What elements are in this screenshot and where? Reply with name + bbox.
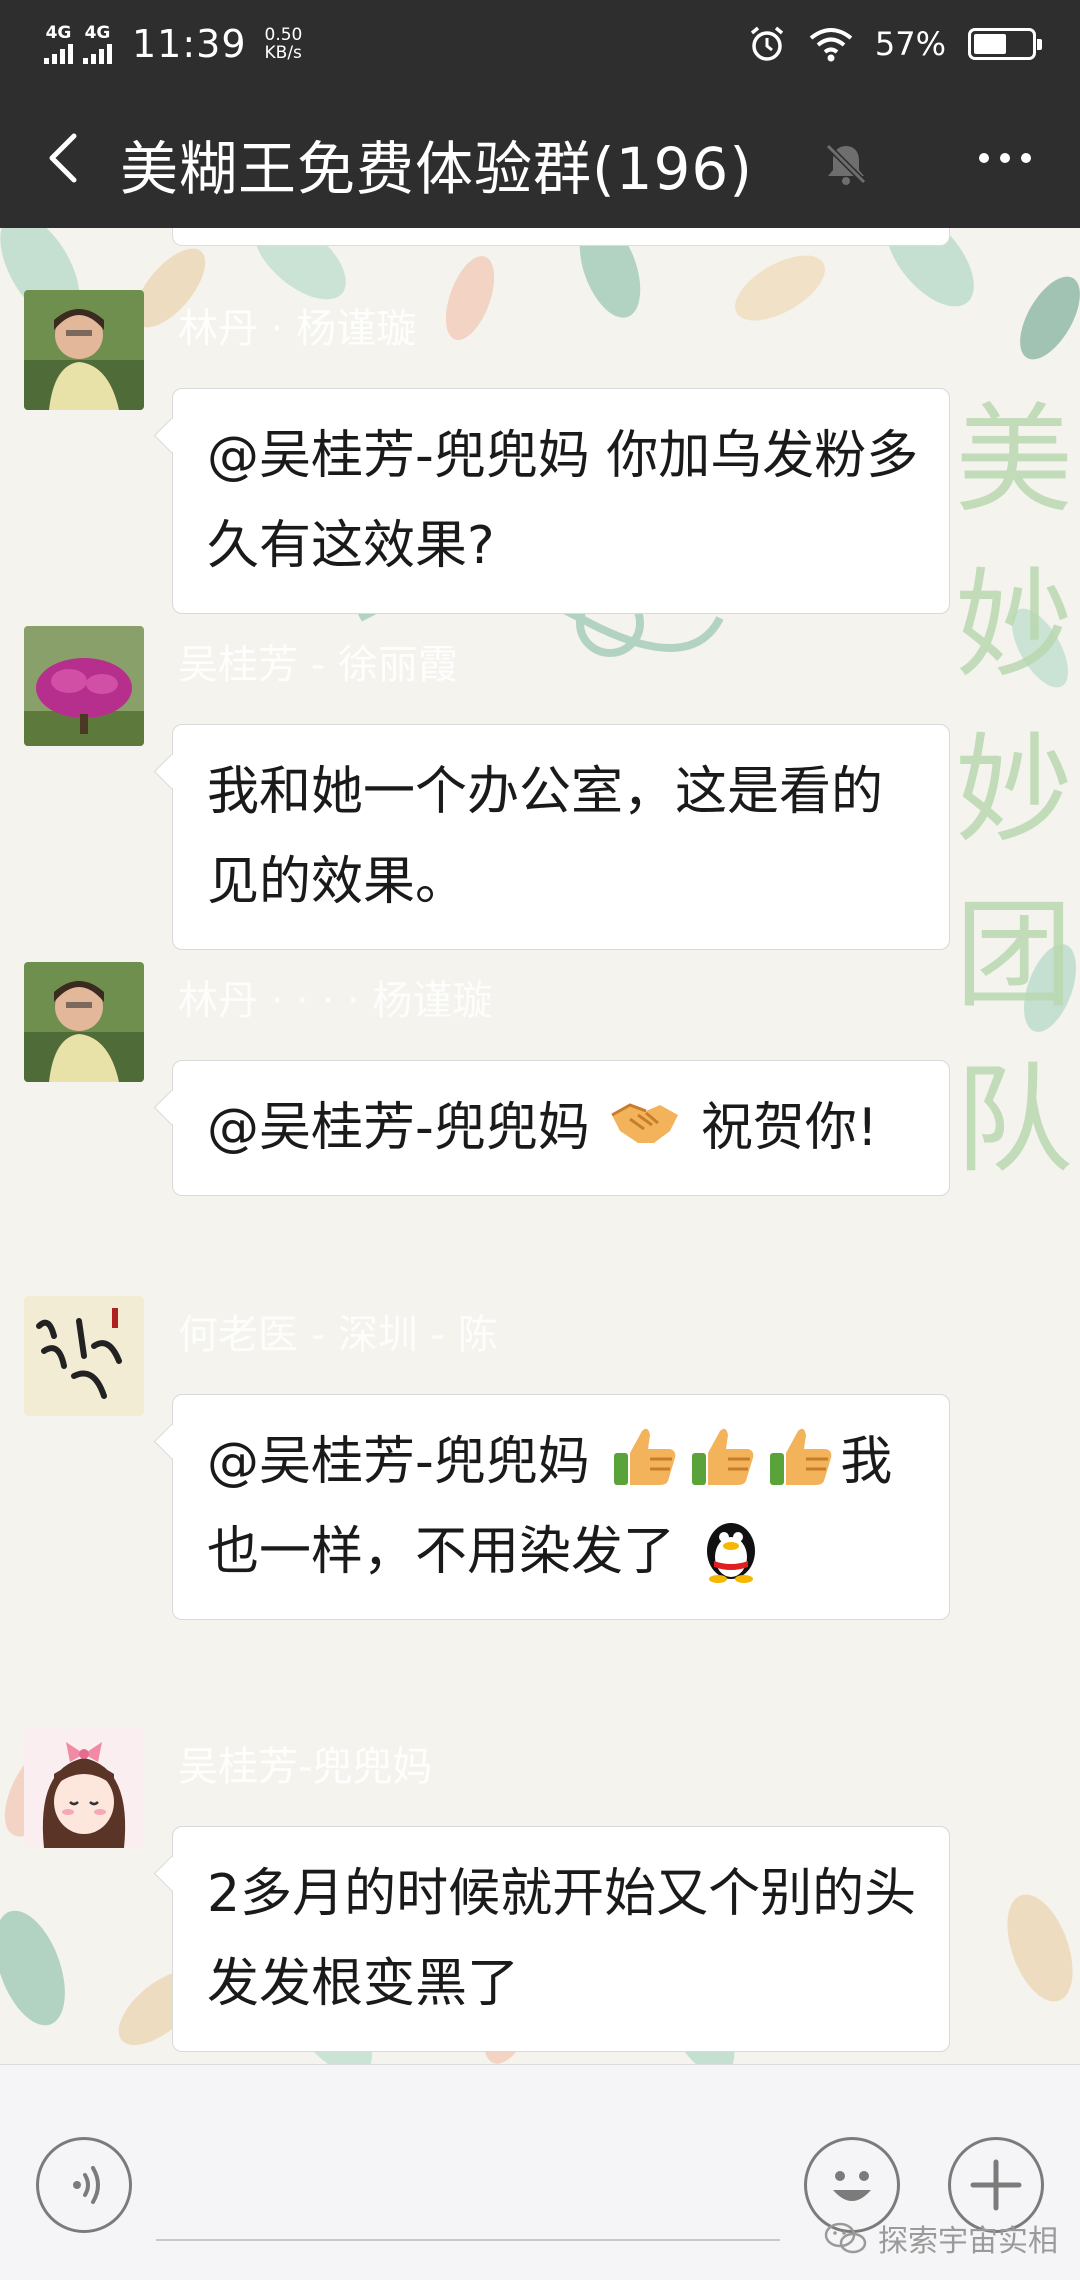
watermark-char: 妙 <box>954 721 1073 859</box>
woman-portrait-avatar[interactable] <box>24 962 144 1082</box>
woman-portrait-avatar[interactable] <box>24 290 144 410</box>
back-button[interactable] <box>34 126 98 190</box>
sender-name: 林丹 · 杨谨璇 <box>178 306 417 352</box>
more-dots-icon <box>979 153 1031 163</box>
watermark-char: 妙 <box>954 556 1073 694</box>
signal-bars-icon <box>83 43 112 64</box>
message-input[interactable] <box>156 2145 780 2241</box>
signal-4g-1: 4G <box>44 22 73 64</box>
thumbs-up-emoji <box>614 1428 676 1485</box>
status-bar: 4G 4G 11:39 0.50 KB/s 57% <box>0 0 1080 88</box>
voice-icon <box>73 2166 100 2204</box>
message-bubble[interactable]: 2多月的时候就开始又个别的头发发根变黑了 <box>172 1826 950 2052</box>
message-bubble[interactable]: @吴桂芳-兜兜妈 我也一样，不用染发了 <box>172 1394 950 1620</box>
network-speed: 0.50 KB/s <box>265 26 303 62</box>
chat-header: 美糊王免费体验群(196) <box>0 88 1080 228</box>
sender-name: 何老医 - 深圳 - 陈 <box>178 1312 498 1358</box>
battery-icon <box>968 28 1042 60</box>
sender-name: 吴桂芳-兜兜妈 <box>178 1744 433 1790</box>
chat-input-bar: 探索宇宙实相 <box>0 2064 1080 2280</box>
signal-bars-icon <box>44 43 73 64</box>
message-text: @吴桂芳-兜兜妈 <box>207 1098 607 1158</box>
handshake-emoji <box>611 1103 679 1143</box>
more-button[interactable] <box>970 130 1040 186</box>
message-bubble[interactable]: @吴桂芳-兜兜妈 你加乌发粉多久有这效果? <box>172 388 950 614</box>
message-text: 我和她一个办公室，这是看的见的效果。 <box>207 762 884 912</box>
source-watermark: 探索宇宙实相 <box>824 2216 1058 2260</box>
previous-message-bubble <box>172 228 950 246</box>
network-type-label: 4G <box>45 22 72 43</box>
thumbs-up-emoji <box>692 1428 754 1485</box>
chevron-left-icon <box>49 133 77 183</box>
message-text: @吴桂芳-兜兜妈 你加乌发粉多久有这效果? <box>207 426 919 576</box>
speed-unit: KB/s <box>264 43 302 63</box>
battery-level <box>974 34 1006 54</box>
bell-muted-icon <box>820 138 872 190</box>
watermark-text: 探索宇宙实相 <box>878 2224 1058 2259</box>
network-type-label: 4G <box>84 22 111 43</box>
message-text: 祝贺你! <box>700 1098 878 1158</box>
penguin-emoji <box>706 1523 755 1583</box>
watermark-char: 队 <box>954 1051 1073 1189</box>
speed-value: 0.50 <box>264 25 303 45</box>
battery-percent: 57% <box>874 25 946 63</box>
message-text: @吴桂芳-兜兜妈 <box>207 1432 607 1492</box>
cartoon-girl-avatar[interactable] <box>24 1728 144 1848</box>
clock: 11:39 <box>132 22 247 66</box>
sender-name: 林丹 · · · · 杨谨璇 <box>178 978 493 1024</box>
background-watermark-text: 美 妙 妙 团 队 <box>954 378 1074 1203</box>
chat-message-list[interactable]: 美 妙 妙 团 队 林丹 · 杨谨璇 @吴桂芳-兜兜妈 你加乌发粉多久有这效果? <box>0 228 1080 2064</box>
wechat-logo-icon <box>824 2222 867 2254</box>
watermark-char: 美 <box>954 391 1073 529</box>
status-left: 4G 4G 11:39 0.50 KB/s <box>44 18 302 70</box>
status-right: 57% <box>747 18 1042 70</box>
chat-title[interactable]: 美糊王免费体验群(196) <box>120 122 753 206</box>
alarm-clock-icon <box>750 26 783 61</box>
voice-button[interactable] <box>36 2137 132 2233</box>
watermark-char: 团 <box>954 886 1073 1024</box>
message-text: 2多月的时候就开始又个别的头发发根变黑了 <box>207 1864 917 2014</box>
message-bubble[interactable]: @吴桂芳-兜兜妈 祝贺你! <box>172 1060 950 1196</box>
message-bubble[interactable]: 我和她一个办公室，这是看的见的效果。 <box>172 724 950 950</box>
signal-4g-2: 4G <box>83 22 112 64</box>
calligraphy-avatar[interactable] <box>24 1296 144 1416</box>
flower-bush-avatar[interactable] <box>24 626 144 746</box>
sender-name: 吴桂芳 - 徐丽霞 <box>178 642 458 688</box>
wifi-icon <box>809 28 853 62</box>
thumbs-up-emoji <box>770 1428 832 1485</box>
